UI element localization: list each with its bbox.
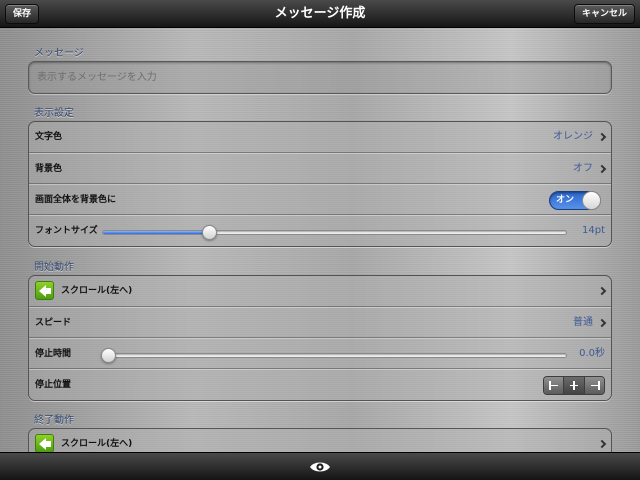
font-size-value: 14pt	[582, 225, 605, 236]
stop-position-row: 停止位置	[29, 369, 611, 400]
text-color-row[interactable]: 文字色 オレンジ	[29, 122, 611, 153]
start-action-group: スクロール(左へ) スピード 普通 停止時間 0.0秒 停止位置	[28, 275, 612, 401]
eye-icon[interactable]	[309, 460, 331, 474]
stop-position-left-segment[interactable]	[544, 377, 565, 394]
start-direction-row[interactable]: スクロール(左へ)	[29, 276, 611, 307]
text-color-value: オレンジ	[553, 131, 593, 142]
message-input[interactable]	[28, 61, 612, 94]
background-color-row[interactable]: 背景色 オフ	[29, 153, 611, 184]
toggle-on-label: オン	[556, 195, 575, 205]
navigation-bar: 保存 メッセージ作成 キャンセル	[0, 0, 640, 28]
speed-row[interactable]: スピード 普通	[29, 307, 611, 338]
chevron-right-icon	[597, 164, 607, 174]
speed-label: スピード	[35, 318, 72, 328]
toggle-knob	[582, 191, 601, 210]
pause-time-slider[interactable]	[101, 348, 567, 363]
font-size-slider[interactable]	[102, 225, 567, 240]
font-size-label: フォントサイズ	[35, 226, 98, 236]
stop-position-right-segment[interactable]	[584, 377, 604, 394]
pause-time-slider-thumb[interactable]	[101, 348, 116, 363]
stop-position-center-segment[interactable]	[564, 377, 585, 394]
cancel-button[interactable]: キャンセル	[573, 4, 635, 24]
section-title-message: メッセージ	[34, 48, 84, 59]
font-size-row: フォントサイズ 14pt	[29, 215, 611, 246]
fullscreen-background-row: 画面全体を背景色に オン	[29, 184, 611, 215]
align-right-icon	[597, 381, 600, 390]
left-arrow-icon	[35, 434, 54, 453]
pause-time-label: 停止時間	[35, 349, 72, 359]
stop-position-label: 停止位置	[35, 380, 72, 390]
left-arrow-icon	[35, 281, 54, 300]
fullscreen-background-label: 画面全体を背景色に	[35, 195, 117, 205]
section-title-end-action: 終了動作	[34, 415, 74, 426]
background-color-value: オフ	[573, 163, 593, 174]
chevron-right-icon	[597, 286, 607, 296]
section-title-start-action: 開始動作	[34, 262, 74, 273]
speed-value: 普通	[573, 317, 593, 328]
font-size-slider-thumb[interactable]	[202, 225, 218, 240]
stop-position-segmented-control	[543, 376, 605, 395]
display-settings-group: 文字色 オレンジ 背景色 オフ 画面全体を背景色に オン フォントサイズ 14p…	[28, 121, 612, 247]
background-color-label: 背景色	[35, 164, 63, 174]
chevron-right-icon	[597, 132, 607, 142]
chevron-right-icon	[597, 318, 607, 328]
bottom-toolbar	[0, 452, 640, 480]
section-title-display-settings: 表示設定	[34, 108, 74, 119]
fullscreen-background-toggle[interactable]: オン	[549, 191, 601, 210]
pause-time-value: 0.0秒	[579, 348, 605, 359]
start-direction-label: スクロール(左へ)	[61, 286, 133, 296]
text-color-label: 文字色	[35, 132, 63, 142]
chevron-right-icon	[597, 439, 607, 449]
font-size-slider-fill	[103, 231, 210, 234]
page-title: メッセージ作成	[274, 6, 366, 21]
pause-time-row: 停止時間 0.0秒	[29, 338, 611, 369]
